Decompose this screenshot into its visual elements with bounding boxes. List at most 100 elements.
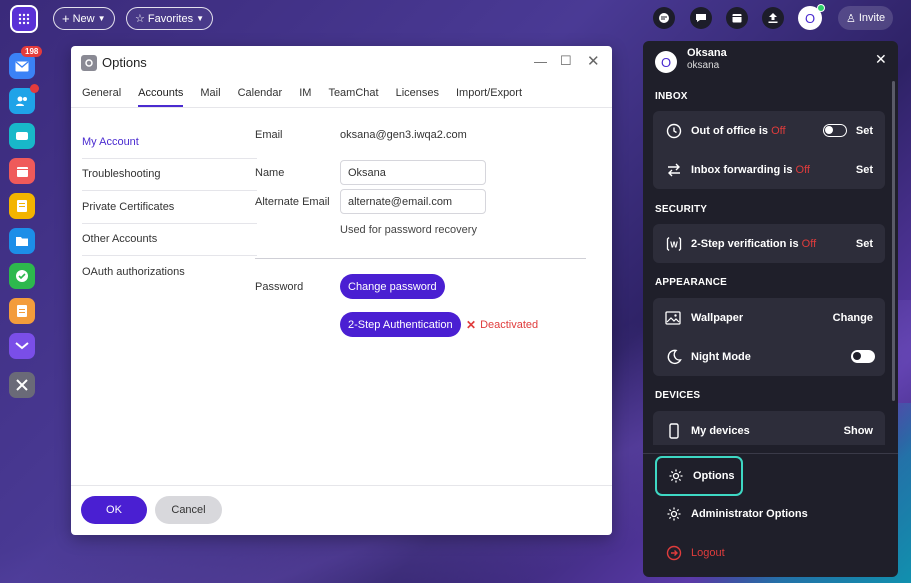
dock-files[interactable] — [9, 228, 35, 254]
inbox-forwarding-state: Off — [795, 163, 810, 176]
my-devices-show-button[interactable]: Show — [844, 425, 873, 437]
two-step-verification-state: Off — [801, 237, 817, 250]
my-devices-label: My devices — [691, 424, 750, 437]
calendar-icon — [732, 14, 742, 23]
plus-icon: + — [62, 11, 70, 26]
appearance-card: Wallpaper Change Night Mode — [653, 298, 885, 376]
ok-button[interactable]: OK — [81, 496, 147, 524]
invite-label: Invite — [858, 12, 886, 24]
sidenav-my-account[interactable]: My Account — [82, 126, 257, 159]
two-step-authentication-button[interactable]: 2-Step Authentication — [340, 312, 461, 337]
notes-icon — [17, 200, 27, 212]
out-of-office-set-button[interactable]: Set — [856, 125, 873, 137]
apps-grid-button[interactable] — [10, 5, 38, 33]
favorites-label: Favorites — [147, 12, 194, 25]
close-icon[interactable]: ✕ — [875, 51, 887, 68]
check-icon — [16, 270, 28, 282]
two-step-status-label: Deactivated — [480, 319, 539, 331]
tab-im[interactable]: IM — [299, 87, 319, 107]
night-mode-toggle[interactable] — [851, 350, 875, 363]
dock-notes[interactable] — [9, 193, 35, 219]
alternate-email-label: Alternate Email — [255, 196, 330, 208]
dock-chat[interactable] — [9, 123, 35, 149]
options-menu-item[interactable]: Options — [655, 456, 743, 496]
sidenav-other-accounts[interactable]: Other Accounts — [82, 224, 257, 256]
dock-calendar[interactable] — [9, 158, 35, 184]
security-card: W 2-Step verification is Off Set — [653, 224, 885, 263]
inbox-forwarding-label: Inbox forwarding is Off — [691, 163, 810, 176]
email-label: Email — [255, 129, 283, 141]
night-mode-row[interactable]: Night Mode — [653, 337, 885, 376]
tab-accounts[interactable]: Accounts — [138, 87, 184, 107]
teamchat-icon — [15, 342, 29, 350]
sidenav-private-certificates[interactable]: Private Certificates — [82, 191, 257, 224]
wallpaper-change-button[interactable]: Change — [833, 312, 873, 324]
new-button[interactable]: + New ▼ — [53, 7, 115, 30]
invite-button[interactable]: ♙ Invite — [838, 6, 894, 30]
alternate-email-field[interactable]: alternate@email.com — [340, 189, 486, 214]
dock-documents[interactable] — [9, 298, 35, 324]
two-step-verification-row[interactable]: W 2-Step verification is Off Set — [653, 224, 885, 263]
dock-teamchat[interactable] — [9, 333, 35, 359]
change-password-button[interactable]: Change password — [340, 274, 445, 299]
svg-text:W: W — [670, 240, 678, 249]
tab-licenses[interactable]: Licenses — [396, 87, 447, 107]
out-of-office-row[interactable]: Out of office is Off Set — [653, 111, 885, 150]
two-step-verification-set-button[interactable]: Set — [856, 238, 873, 250]
my-devices-row[interactable]: My devices Show — [653, 411, 885, 450]
options-tabs: General Accounts Mail Calendar IM TeamCh… — [82, 87, 539, 107]
logout-label: Logout — [691, 547, 725, 559]
upload-button[interactable] — [762, 7, 784, 29]
calendar-icon — [16, 166, 28, 177]
maximize-icon[interactable]: ☐ — [560, 53, 572, 69]
online-status-dot — [817, 4, 825, 12]
two-step-status: ✕ Deactivated — [466, 318, 538, 332]
wallpaper-row[interactable]: Wallpaper Change — [653, 298, 885, 337]
document-icon — [17, 305, 27, 317]
panel-avatar: O — [655, 51, 677, 73]
contacts-notification-dot — [30, 84, 39, 93]
name-field[interactable]: Oksana — [340, 160, 486, 185]
add-person-icon: ♙ — [846, 12, 856, 25]
account-panel: O Oksana oksana ✕ INBOX Out of office is… — [643, 41, 898, 577]
panel-scrollbar[interactable] — [892, 81, 895, 401]
night-mode-label: Night Mode — [691, 350, 751, 363]
forward-arrows-icon — [665, 161, 683, 179]
clock-icon — [665, 122, 683, 140]
tab-teamchat[interactable]: TeamChat — [328, 87, 386, 107]
minimize-icon[interactable]: — — [534, 54, 547, 69]
messages-button[interactable] — [690, 7, 712, 29]
message-icon — [696, 14, 706, 22]
tab-calendar[interactable]: Calendar — [238, 87, 291, 107]
folder-icon — [16, 237, 28, 246]
logout-menu-item[interactable]: Logout — [655, 535, 880, 571]
dock-tools[interactable] — [9, 372, 35, 398]
out-of-office-toggle[interactable] — [823, 124, 847, 137]
video-chat-icon — [16, 132, 28, 140]
logout-icon — [665, 544, 683, 562]
administrator-options-label: Administrator Options — [691, 508, 808, 520]
tab-import-export[interactable]: Import/Export — [456, 87, 530, 107]
chat-button[interactable] — [653, 7, 675, 29]
mail-icon — [15, 61, 29, 71]
sidenav-oauth-authorizations[interactable]: OAuth authorizations — [82, 256, 257, 289]
sidenav-troubleshooting[interactable]: Troubleshooting — [82, 159, 257, 191]
cancel-button[interactable]: Cancel — [155, 496, 222, 524]
close-icon[interactable]: ✕ — [587, 52, 600, 70]
email-value: oksana@gen3.iwqa2.com — [340, 129, 467, 141]
grid-icon — [18, 13, 30, 25]
alternate-email-value: alternate@email.com — [348, 195, 453, 208]
avatar-initial: O — [804, 10, 816, 26]
favorites-button[interactable]: ☆ Favorites ▼ — [126, 7, 214, 30]
gear-icon — [667, 467, 685, 485]
calendar-button[interactable] — [726, 7, 748, 29]
footer-divider — [71, 485, 612, 486]
phone-icon — [665, 422, 683, 440]
tab-mail[interactable]: Mail — [200, 87, 228, 107]
dock-tasks[interactable] — [9, 263, 35, 289]
inbox-forwarding-row[interactable]: Inbox forwarding is Off Set — [653, 150, 885, 189]
tab-general[interactable]: General — [82, 87, 129, 107]
inbox-forwarding-set-button[interactable]: Set — [856, 164, 873, 176]
panel-divider — [643, 453, 898, 454]
administrator-options-menu-item[interactable]: Administrator Options — [655, 496, 880, 532]
